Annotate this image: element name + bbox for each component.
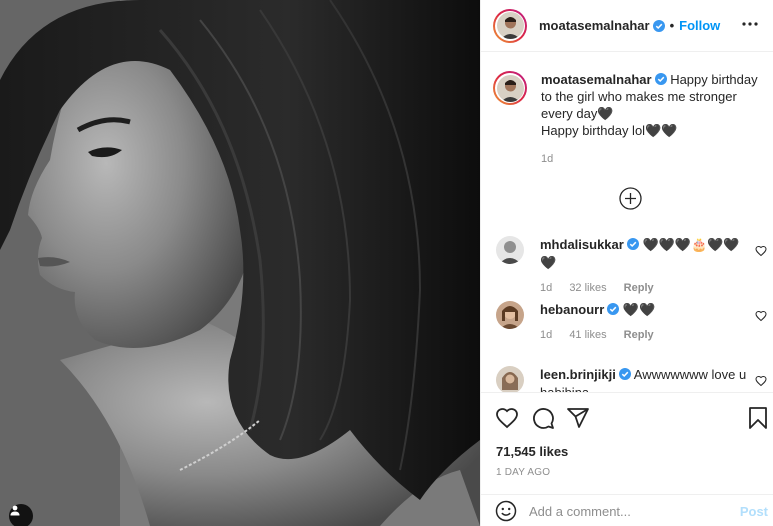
more-options-icon	[742, 22, 758, 26]
emoji-button[interactable]	[495, 500, 517, 522]
commenter-avatar-image	[496, 236, 524, 264]
commenter-username[interactable]: hebanourr	[540, 302, 604, 317]
paper-plane-icon	[567, 408, 589, 428]
header-separator: •	[669, 18, 675, 33]
share-button[interactable]	[566, 406, 590, 430]
post-comment-button[interactable]: Post	[740, 504, 768, 519]
reply-button[interactable]: Reply	[624, 282, 654, 294]
post-sidebar: moatasemalnahar • Follow moatasemalnahar…	[480, 0, 773, 526]
caption-username[interactable]: moatasemalnahar	[541, 72, 652, 87]
comment-input[interactable]	[529, 503, 729, 519]
commenter-avatar-image	[496, 301, 524, 329]
caption-line-2: Happy birthday lol🖤🖤	[541, 123, 678, 138]
verified-badge-icon	[618, 368, 631, 380]
comment-text: 🖤🖤	[622, 302, 656, 317]
comment-item: hebanourr 🖤🖤 1d 41 likes Reply	[496, 301, 771, 341]
comment-button[interactable]	[531, 406, 555, 430]
verified-badge-icon	[652, 19, 665, 32]
post-photo[interactable]	[0, 0, 480, 526]
follow-button[interactable]: Follow	[679, 18, 720, 33]
commenter-avatar[interactable]	[496, 366, 524, 392]
verified-badge-icon	[654, 73, 667, 85]
comment-likes[interactable]: 32 likes	[569, 282, 606, 294]
portrait-image	[0, 0, 480, 526]
commenter-avatar-image	[496, 366, 524, 392]
save-button[interactable]	[746, 406, 770, 430]
comment-time: 1d	[540, 329, 553, 341]
post-timestamp: 1 DAY AGO	[496, 467, 551, 478]
comment-bubble-icon	[533, 408, 554, 429]
post-header: moatasemalnahar • Follow	[481, 0, 773, 52]
comment-item: mhdalisukkar 🖤🖤🖤🎂🖤🖤🖤 1d 32 likes Reply	[496, 236, 771, 294]
commenter-avatar[interactable]	[496, 301, 524, 329]
reply-button[interactable]: Reply	[624, 329, 654, 341]
comment-like-heart-icon[interactable]	[755, 375, 767, 387]
author-username[interactable]: moatasemalnahar	[539, 18, 650, 33]
comment-item: leen.brinjikji Awwwwwww love u habibina	[496, 366, 771, 392]
comment-like-heart-icon[interactable]	[755, 245, 767, 257]
more-options-button[interactable]	[740, 14, 760, 34]
post-actions: 71,545 likes 1 DAY AGO Post	[481, 392, 773, 526]
commenter-avatar[interactable]	[496, 236, 524, 264]
verified-badge-icon	[607, 303, 620, 315]
comment-like-heart-icon[interactable]	[755, 310, 767, 322]
verified-badge-icon	[626, 238, 639, 250]
caption-text-block: moatasemalnahar Happy birthday to the gi…	[541, 71, 768, 168]
post-caption: moatasemalnahar Happy birthday to the gi…	[493, 71, 768, 168]
load-more-comments-button[interactable]	[619, 187, 642, 210]
author-avatar-image	[496, 12, 524, 39]
caption-time: 1d	[541, 153, 554, 165]
user-tag-button[interactable]	[9, 504, 33, 526]
like-button[interactable]	[495, 406, 519, 430]
commenter-username[interactable]: mhdalisukkar	[540, 237, 624, 252]
commenter-username[interactable]: leen.brinjikji	[540, 367, 616, 382]
bookmark-icon	[749, 407, 767, 429]
author-avatar[interactable]	[493, 8, 527, 43]
likes-count[interactable]: 71,545 likes	[496, 444, 568, 459]
smiley-icon	[495, 500, 517, 522]
comment-composer: Post	[481, 494, 773, 526]
caption-avatar-image	[496, 74, 524, 102]
comment-likes[interactable]: 41 likes	[569, 329, 606, 341]
caption-author-avatar[interactable]	[493, 71, 527, 105]
heart-icon	[496, 408, 518, 429]
plus-circle-icon	[619, 187, 642, 210]
comments-list[interactable]: moatasemalnahar Happy birthday to the gi…	[481, 53, 773, 392]
user-tag-icon	[10, 505, 20, 516]
comment-time: 1d	[540, 282, 553, 294]
